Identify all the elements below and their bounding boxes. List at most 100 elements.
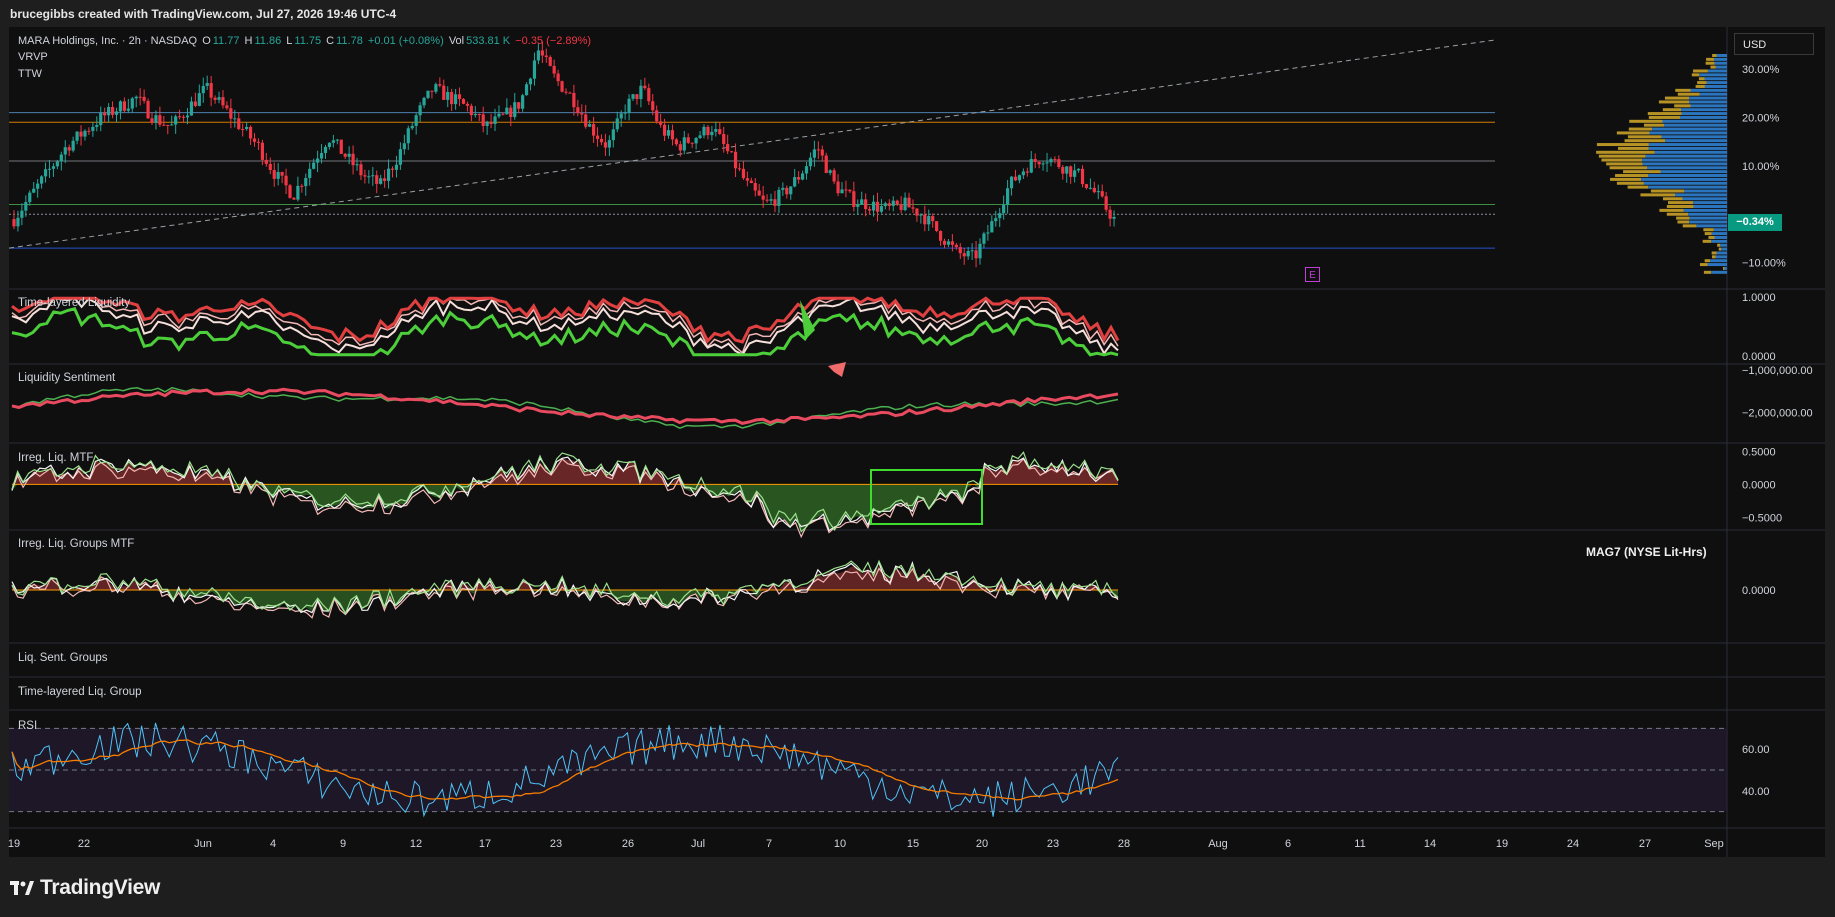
ls-axis-tick-label: −1,000,000.00 bbox=[1742, 365, 1813, 377]
candle-body bbox=[576, 107, 580, 114]
currency-selector[interactable]: USD bbox=[1734, 33, 1814, 55]
volume-profile-bar-buy bbox=[1711, 232, 1727, 236]
volume-profile-bar-buy bbox=[1704, 84, 1727, 88]
price-axis-tick-label: −10.00% bbox=[1742, 258, 1786, 270]
volume-profile-bar-sell bbox=[1610, 177, 1642, 181]
candle-body bbox=[753, 183, 757, 191]
candle-body bbox=[950, 241, 954, 245]
candle-body bbox=[304, 177, 308, 187]
overlay-ttw[interactable]: TTW bbox=[18, 68, 42, 80]
candle-body bbox=[209, 83, 213, 98]
candle-body bbox=[12, 219, 16, 227]
volume-profile-bar-buy bbox=[1689, 220, 1727, 224]
candle-body bbox=[434, 84, 438, 92]
volume-profile-bar-buy bbox=[1715, 65, 1727, 69]
volume-profile-bar-sell bbox=[1699, 263, 1708, 267]
candle-body bbox=[1009, 176, 1014, 189]
candle-body bbox=[1037, 161, 1041, 165]
liquidity-sentiment-area-line bbox=[11, 386, 1119, 430]
volume-profile-bar-sell bbox=[1640, 193, 1676, 197]
candle-body bbox=[623, 112, 627, 114]
candle-body bbox=[662, 124, 667, 136]
time-axis-tick-label: 19 bbox=[8, 838, 20, 850]
candle-body bbox=[469, 105, 473, 116]
volume-profile-bar-buy bbox=[1714, 61, 1727, 65]
candle-body bbox=[678, 144, 682, 151]
candle-body bbox=[556, 73, 560, 82]
volume-profile-bar-buy bbox=[1715, 255, 1727, 259]
candle-body bbox=[170, 124, 174, 126]
volume-profile-bar-buy bbox=[1716, 53, 1727, 57]
volume-profile-bar-buy bbox=[1643, 181, 1727, 185]
candle-body bbox=[63, 147, 67, 155]
volume-profile-bar-buy bbox=[1704, 77, 1727, 81]
time-axis-tick-label: 17 bbox=[479, 838, 491, 850]
time-axis-tick-label: 15 bbox=[907, 838, 919, 850]
candle-body bbox=[540, 50, 544, 56]
candle-body bbox=[185, 115, 190, 118]
candle-body bbox=[564, 91, 568, 93]
candle-body bbox=[414, 115, 418, 126]
volume-profile-bar-sell bbox=[1674, 104, 1691, 108]
candle-body bbox=[390, 168, 395, 170]
volume-change: −0.35 (−2.89%) bbox=[515, 35, 592, 47]
candle-body bbox=[316, 158, 320, 163]
candle-body bbox=[454, 94, 458, 105]
candle-body bbox=[221, 97, 225, 106]
candle-body bbox=[256, 141, 261, 143]
symbol-legend: MARA Holdings, Inc. · 2h · NASDAQ O 11.77… bbox=[18, 35, 593, 47]
high-label: H bbox=[244, 35, 253, 47]
candle-body bbox=[201, 85, 205, 94]
volume-profile-bar-sell bbox=[1682, 224, 1697, 228]
overlay-vrvp[interactable]: VRVP bbox=[18, 51, 48, 63]
change-value: +0.01 (+0.08%) bbox=[367, 35, 444, 47]
candle-body bbox=[71, 140, 75, 151]
earnings-event-marker[interactable]: E bbox=[1305, 267, 1320, 282]
candle-body bbox=[343, 153, 347, 157]
time-axis-tick-label: 4 bbox=[270, 838, 276, 850]
volume-profile-bar-buy bbox=[1706, 81, 1727, 85]
volume-profile-bar-buy bbox=[1665, 139, 1727, 143]
volume-profile-bar-buy bbox=[1688, 212, 1727, 216]
candle-body bbox=[1029, 158, 1033, 173]
volume-profile-bar-buy bbox=[1690, 104, 1727, 108]
volume-profile-bar-buy bbox=[1696, 224, 1727, 228]
candle-body bbox=[844, 189, 848, 191]
candle-body bbox=[174, 116, 178, 125]
volume-profile-bar-buy bbox=[1662, 119, 1727, 123]
volume-profile-bar-sell bbox=[1712, 53, 1717, 57]
candle-body bbox=[1041, 163, 1045, 165]
candle-body bbox=[485, 121, 489, 126]
last-price-badge: −0.34% bbox=[1728, 214, 1782, 231]
candle-body bbox=[895, 200, 899, 205]
tradingview-brand[interactable]: TradingView bbox=[10, 876, 160, 900]
candle-body bbox=[110, 106, 115, 115]
candle-body bbox=[1049, 159, 1053, 163]
candle-body bbox=[233, 118, 237, 120]
chart-canvas[interactable]: 30.00% 20.00% 10.00% −10.00% 1.0000 0.0000 −1,… bbox=[0, 0, 1835, 917]
volume-profile-bar-sell bbox=[1702, 239, 1712, 243]
candle-body bbox=[410, 125, 414, 129]
candle-body bbox=[36, 183, 40, 189]
candle-body bbox=[107, 106, 111, 116]
candle-body bbox=[757, 190, 761, 196]
volume-profile-bar-sell bbox=[1675, 88, 1691, 92]
candle-body bbox=[193, 101, 197, 106]
candle-body bbox=[698, 135, 702, 138]
candle-body bbox=[383, 178, 387, 181]
volume-profile-bar-buy bbox=[1711, 270, 1727, 274]
candle-body bbox=[639, 85, 643, 100]
irreg-liq-axis-tick-label: −0.5000 bbox=[1742, 512, 1782, 524]
candle-body bbox=[1092, 187, 1096, 193]
ls-axis-tick-label: −2,000,000.00 bbox=[1742, 408, 1813, 420]
volume-profile-bar-buy bbox=[1689, 100, 1727, 104]
candle-body bbox=[501, 113, 505, 115]
candle-body bbox=[812, 149, 816, 158]
candle-body bbox=[16, 217, 20, 227]
candle-body bbox=[528, 78, 533, 85]
candle-body bbox=[359, 164, 363, 176]
volume-profile-bar-sell bbox=[1627, 135, 1662, 139]
volume-profile-bar-sell bbox=[1711, 255, 1716, 259]
candle-body bbox=[178, 116, 182, 118]
candle-body bbox=[769, 199, 773, 201]
